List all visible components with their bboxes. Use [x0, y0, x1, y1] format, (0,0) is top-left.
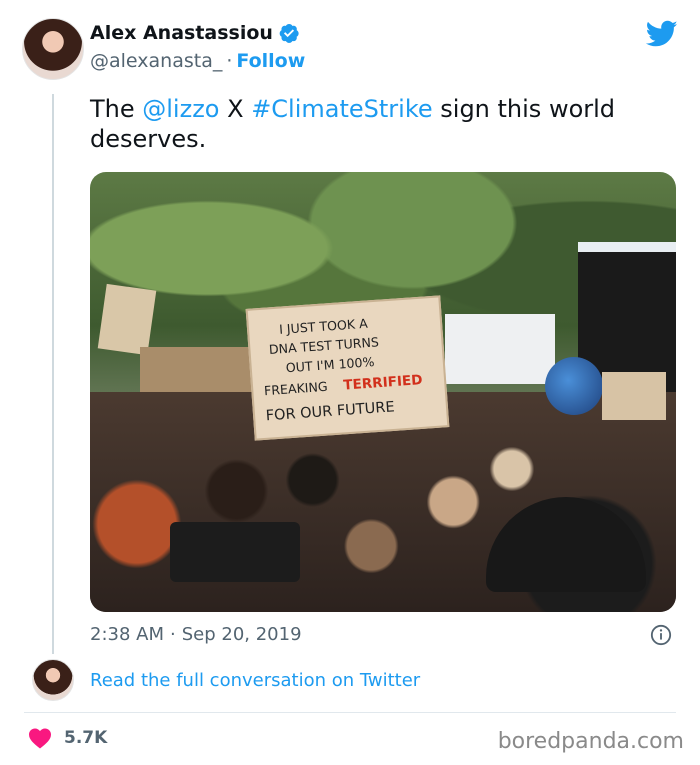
photo-camera	[170, 522, 300, 582]
photo-truck	[445, 314, 555, 384]
tweet-photo[interactable]: I JUST TOOK A DNA TEST TURNS OUT I'M 100…	[90, 172, 676, 612]
like-button[interactable]: 5.7K	[28, 727, 107, 749]
handle-row: @alexanasta_ · Follow	[90, 50, 305, 72]
tweet-text-mid: X	[219, 95, 252, 123]
tweet-text: The @lizzo X #ClimateStrike sign this wo…	[90, 94, 670, 154]
tweet-timestamp[interactable]: 2:38 AM · Sep 20, 2019	[90, 624, 302, 645]
sign-line-1: I JUST TOOK A	[279, 316, 369, 337]
sign-line-5: TERRIFIED	[343, 372, 423, 393]
sign-line-6: FOR OUR FUTURE	[265, 399, 395, 424]
handle-separator: ·	[226, 50, 233, 72]
photo-sign-left	[140, 347, 255, 397]
heart-icon[interactable]	[28, 727, 52, 749]
twitter-bird-icon[interactable]	[646, 20, 678, 48]
mention-link[interactable]: @lizzo	[142, 95, 219, 123]
timestamp-separator: ·	[170, 624, 176, 645]
read-full-conversation-link[interactable]: Read the full conversation on Twitter	[90, 670, 420, 691]
like-count: 5.7K	[64, 728, 108, 748]
tweet-time[interactable]: 2:38 AM	[90, 624, 164, 645]
author-name-row[interactable]: Alex Anastassiou	[90, 22, 300, 44]
watermark: boredpanda.com	[497, 729, 684, 754]
author-handle[interactable]: @alexanasta_	[90, 50, 222, 72]
sign-line-3: OUT I'M 100%	[285, 354, 375, 375]
divider	[24, 712, 676, 713]
reply-avatar[interactable]	[32, 659, 74, 701]
verified-badge-icon	[279, 23, 299, 43]
sign-line-4: FREAKING	[264, 379, 329, 398]
photo-sign-right	[602, 372, 666, 420]
follow-button[interactable]: Follow	[236, 50, 305, 72]
tweet-date[interactable]: Sep 20, 2019	[182, 624, 302, 645]
info-icon[interactable]	[650, 624, 672, 646]
tweet-text-prefix: The	[90, 95, 143, 123]
sign-line-2: DNA TEST TURNS	[268, 334, 379, 357]
photo-sign-small	[97, 283, 157, 356]
hashtag-link[interactable]: #ClimateStrike	[251, 95, 432, 123]
photo-protest-sign: I JUST TOOK A DNA TEST TURNS OUT I'M 100…	[245, 295, 450, 441]
author-name[interactable]: Alex Anastassiou	[90, 22, 273, 44]
author-avatar[interactable]	[22, 18, 84, 80]
protest-sign-lettering: I JUST TOOK A DNA TEST TURNS OUT I'M 100…	[264, 316, 424, 425]
thread-line	[52, 94, 54, 654]
photo-globe	[545, 357, 603, 415]
